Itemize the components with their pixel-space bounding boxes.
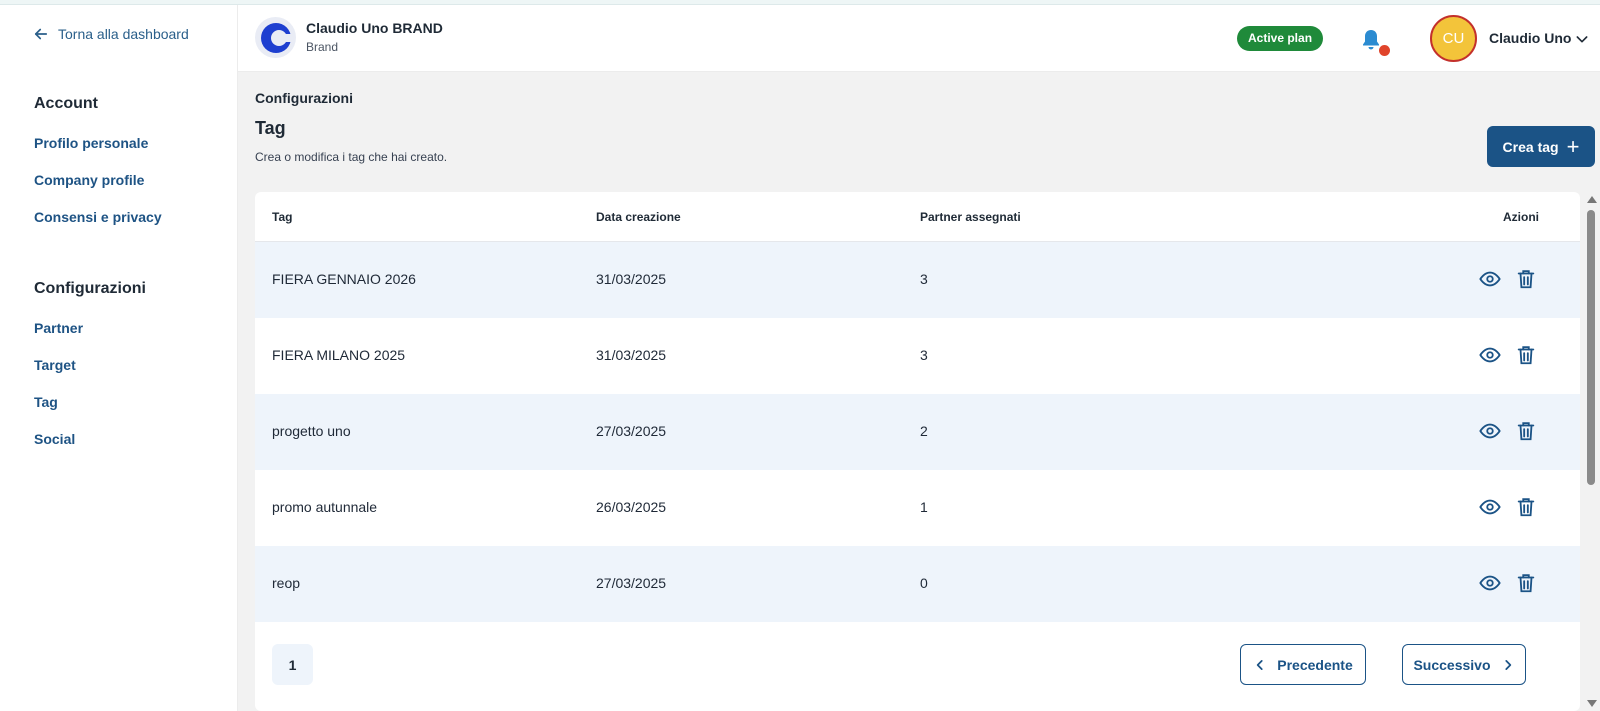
column-header-partner-assegnati: Partner assegnati [920,210,1021,224]
table-header: Tag Data creazione Partner assegnati Azi… [255,192,1580,242]
table-row: FIERA MILANO 2025 31/03/2025 3 [255,318,1580,394]
previous-page-button[interactable]: Precedente [1240,644,1366,685]
user-name[interactable]: Claudio Uno [1489,30,1571,46]
previous-page-label: Precedente [1277,656,1353,673]
sidebar-item-social[interactable]: Social [34,431,75,447]
table-row: reop 27/03/2025 0 [255,546,1580,622]
sidebar-item-target[interactable]: Target [34,357,76,373]
sidebar-item-consensi-privacy[interactable]: Consensi e privacy [34,209,162,225]
cell-date: 31/03/2025 [596,347,667,363]
cell-date: 27/03/2025 [596,423,667,439]
scroll-up-arrow-icon[interactable] [1587,196,1597,203]
sidebar-item-profilo-personale[interactable]: Profilo personale [34,135,148,151]
sidebar-item-tag[interactable]: Tag [34,394,58,410]
notification-dot [1379,45,1390,56]
eye-icon[interactable] [1479,572,1501,594]
brand-logo [255,17,296,58]
chevron-left-icon [1257,659,1263,670]
plan-status-badge: Active plan [1237,26,1324,51]
scroll-down-arrow-icon[interactable] [1587,700,1597,707]
cell-tag: promo autunnale [272,499,378,515]
main-content: Configurazioni Tag Crea o modifica i tag… [238,72,1600,711]
cell-date: 27/03/2025 [596,575,667,591]
eye-icon[interactable] [1479,268,1501,290]
sidebar-item-partner[interactable]: Partner [34,320,83,336]
pagination-page-1[interactable]: 1 [272,644,313,685]
chevron-right-icon [1504,659,1511,670]
cell-partners: 2 [920,423,928,439]
eye-icon[interactable] [1479,420,1501,442]
cell-partners: 3 [920,271,928,287]
back-link-label: Torna alla dashboard [58,26,189,42]
trash-icon[interactable] [1515,420,1537,442]
page-title: Tag [255,118,286,138]
cell-partners: 0 [920,575,928,591]
cell-tag: progetto uno [272,423,351,439]
cell-tag: reop [272,575,301,591]
plus-icon: + [1566,133,1580,159]
trash-icon[interactable] [1515,268,1537,290]
avatar[interactable]: CU [1430,15,1477,62]
table-row: FIERA GENNAIO 2026 31/03/2025 3 [255,242,1580,318]
cell-tag: FIERA GENNAIO 2026 [272,271,416,287]
brand-type: Brand [306,40,339,54]
brand-logo-icon [260,22,293,53]
trash-icon[interactable] [1515,344,1537,366]
chevron-down-icon[interactable] [1574,31,1590,47]
column-header-azioni: Azioni [1503,210,1539,224]
sidebar-heading-account: Account [34,95,98,112]
top-header: Claudio Uno BRAND Brand Active plan CU C… [238,5,1600,72]
sidebar: Torna alla dashboard Account Profilo per… [0,5,238,711]
cell-date: 26/03/2025 [596,499,667,515]
next-page-label: Successivo [1413,656,1491,673]
trash-icon[interactable] [1515,496,1537,518]
eye-icon[interactable] [1479,344,1501,366]
next-page-button[interactable]: Successivo [1402,644,1526,685]
scrollbar-thumb[interactable] [1587,210,1595,485]
cell-partners: 3 [920,347,928,363]
brand-name: Claudio Uno BRAND [306,20,443,36]
breadcrumb: Configurazioni [255,90,353,106]
create-tag-button[interactable]: Crea tag + [1487,126,1595,167]
table-row: progetto uno 27/03/2025 2 [255,394,1580,470]
sidebar-item-company-profile[interactable]: Company profile [34,172,144,188]
back-to-dashboard-link[interactable]: Torna alla dashboard [32,25,189,43]
sidebar-heading-configurazioni: Configurazioni [34,280,146,297]
page-description: Crea o modifica i tag che hai creato. [255,150,448,164]
cell-partners: 1 [920,499,928,515]
tags-table: Tag Data creazione Partner assegnati Azi… [255,192,1580,711]
table-row: promo autunnale 26/03/2025 1 [255,470,1580,546]
trash-icon[interactable] [1515,572,1537,594]
column-header-tag: Tag [272,210,293,224]
cell-date: 31/03/2025 [596,271,667,287]
cell-tag: FIERA MILANO 2025 [272,347,406,363]
column-header-data-creazione: Data creazione [596,210,681,224]
create-tag-label: Crea tag [1502,138,1559,155]
arrow-left-icon [34,28,48,40]
eye-icon[interactable] [1479,496,1501,518]
